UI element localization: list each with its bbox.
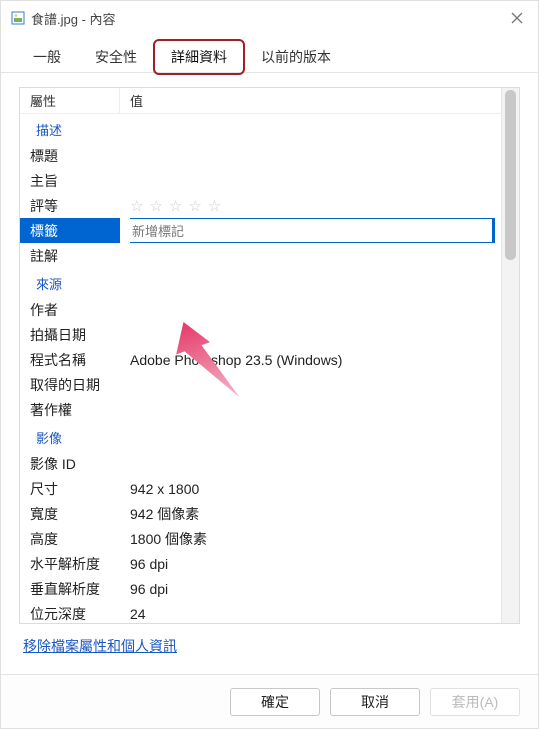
label-rating: 評等 <box>20 193 120 218</box>
properties-list: 屬性 值 描述 標題 主旨 評等 ☆☆☆☆☆ <box>20 88 501 623</box>
column-header-property[interactable]: 屬性 <box>20 88 120 113</box>
row-comments[interactable]: 註解 <box>20 243 501 268</box>
value-comments[interactable] <box>120 243 501 268</box>
cancel-button[interactable]: 取消 <box>330 688 420 716</box>
value-bitdepth[interactable]: 24 <box>120 601 501 623</box>
label-tags: 標籤 <box>20 218 120 243</box>
value-date-taken[interactable] <box>120 322 501 347</box>
row-date-acquired[interactable]: 取得的日期 <box>20 372 501 397</box>
label-subject: 主旨 <box>20 168 120 193</box>
label-copyright: 著作權 <box>20 397 120 422</box>
titlebar: 食譜.jpg - 內容 <box>1 1 538 35</box>
remove-properties-link-row: 移除檔案屬性和個人資訊 <box>19 624 520 664</box>
tab-general[interactable]: 一般 <box>15 39 79 75</box>
tablist: 一般 安全性 詳細資料 以前的版本 <box>1 35 538 73</box>
row-bitdepth[interactable]: 位元深度 24 <box>20 601 501 623</box>
label-width: 寬度 <box>20 501 120 526</box>
tab-content: 屬性 值 描述 標題 主旨 評等 ☆☆☆☆☆ <box>1 73 538 674</box>
row-title[interactable]: 標題 <box>20 143 501 168</box>
row-rating[interactable]: 評等 ☆☆☆☆☆ <box>20 193 501 218</box>
label-hres: 水平解析度 <box>20 551 120 576</box>
label-bitdepth: 位元深度 <box>20 601 120 623</box>
row-image-id[interactable]: 影像 ID <box>20 451 501 476</box>
apply-button[interactable]: 套用(A) <box>430 688 520 716</box>
dialog-buttons: 確定 取消 套用(A) <box>1 674 538 728</box>
label-program: 程式名稱 <box>20 347 120 372</box>
label-date-taken: 拍攝日期 <box>20 322 120 347</box>
properties-panel: 屬性 值 描述 標題 主旨 評等 ☆☆☆☆☆ <box>19 87 520 624</box>
scroll-thumb[interactable] <box>505 90 516 260</box>
window-title: 食譜.jpg - 內容 <box>31 9 116 28</box>
value-height[interactable]: 1800 個像素 <box>120 526 501 551</box>
row-author[interactable]: 作者 <box>20 297 501 322</box>
value-rating[interactable]: ☆☆☆☆☆ <box>120 193 501 218</box>
label-title: 標題 <box>20 143 120 168</box>
tab-previous-versions[interactable]: 以前的版本 <box>243 39 349 75</box>
row-width[interactable]: 寬度 942 個像素 <box>20 501 501 526</box>
label-comments: 註解 <box>20 243 120 268</box>
row-tags[interactable]: 標籤 新增標記 <box>20 218 501 243</box>
ok-button[interactable]: 確定 <box>230 688 320 716</box>
label-dimensions: 尺寸 <box>20 476 120 501</box>
value-dimensions[interactable]: 942 x 1800 <box>120 476 501 501</box>
row-hres[interactable]: 水平解析度 96 dpi <box>20 551 501 576</box>
value-tags[interactable]: 新增標記 <box>120 218 501 243</box>
row-program[interactable]: 程式名稱 Adobe Photoshop 23.5 (Windows) <box>20 347 501 372</box>
value-width[interactable]: 942 個像素 <box>120 501 501 526</box>
vertical-scrollbar[interactable] <box>501 88 519 623</box>
remove-properties-link[interactable]: 移除檔案屬性和個人資訊 <box>23 638 177 654</box>
section-image: 影像 <box>20 422 501 451</box>
row-dimensions[interactable]: 尺寸 942 x 1800 <box>20 476 501 501</box>
row-date-taken[interactable]: 拍攝日期 <box>20 322 501 347</box>
label-image-id: 影像 ID <box>20 451 120 476</box>
value-hres[interactable]: 96 dpi <box>120 551 501 576</box>
label-vres: 垂直解析度 <box>20 576 120 601</box>
value-program[interactable]: Adobe Photoshop 23.5 (Windows) <box>120 347 501 372</box>
row-vres[interactable]: 垂直解析度 96 dpi <box>20 576 501 601</box>
row-copyright[interactable]: 著作權 <box>20 397 501 422</box>
value-copyright[interactable] <box>120 397 501 422</box>
value-author[interactable] <box>120 297 501 322</box>
value-title[interactable] <box>120 143 501 168</box>
label-date-acquired: 取得的日期 <box>20 372 120 397</box>
section-origin: 來源 <box>20 268 501 297</box>
tab-security[interactable]: 安全性 <box>77 39 155 75</box>
value-subject[interactable] <box>120 168 501 193</box>
label-author: 作者 <box>20 297 120 322</box>
tags-input[interactable]: 新增標記 <box>130 218 495 243</box>
tab-details[interactable]: 詳細資料 <box>153 39 245 75</box>
value-vres[interactable]: 96 dpi <box>120 576 501 601</box>
section-description: 描述 <box>20 114 501 143</box>
row-subject[interactable]: 主旨 <box>20 168 501 193</box>
rating-stars-icon[interactable]: ☆☆☆☆☆ <box>130 197 227 215</box>
label-height: 高度 <box>20 526 120 551</box>
column-header-value[interactable]: 值 <box>120 91 501 110</box>
file-icon <box>11 11 25 25</box>
properties-dialog: 食譜.jpg - 內容 一般 安全性 詳細資料 以前的版本 屬性 值 描述 標題 <box>0 0 539 729</box>
value-date-acquired[interactable] <box>120 372 501 397</box>
row-height[interactable]: 高度 1800 個像素 <box>20 526 501 551</box>
close-button[interactable] <box>506 7 528 29</box>
column-header-row: 屬性 值 <box>20 88 501 114</box>
value-image-id[interactable] <box>120 451 501 476</box>
